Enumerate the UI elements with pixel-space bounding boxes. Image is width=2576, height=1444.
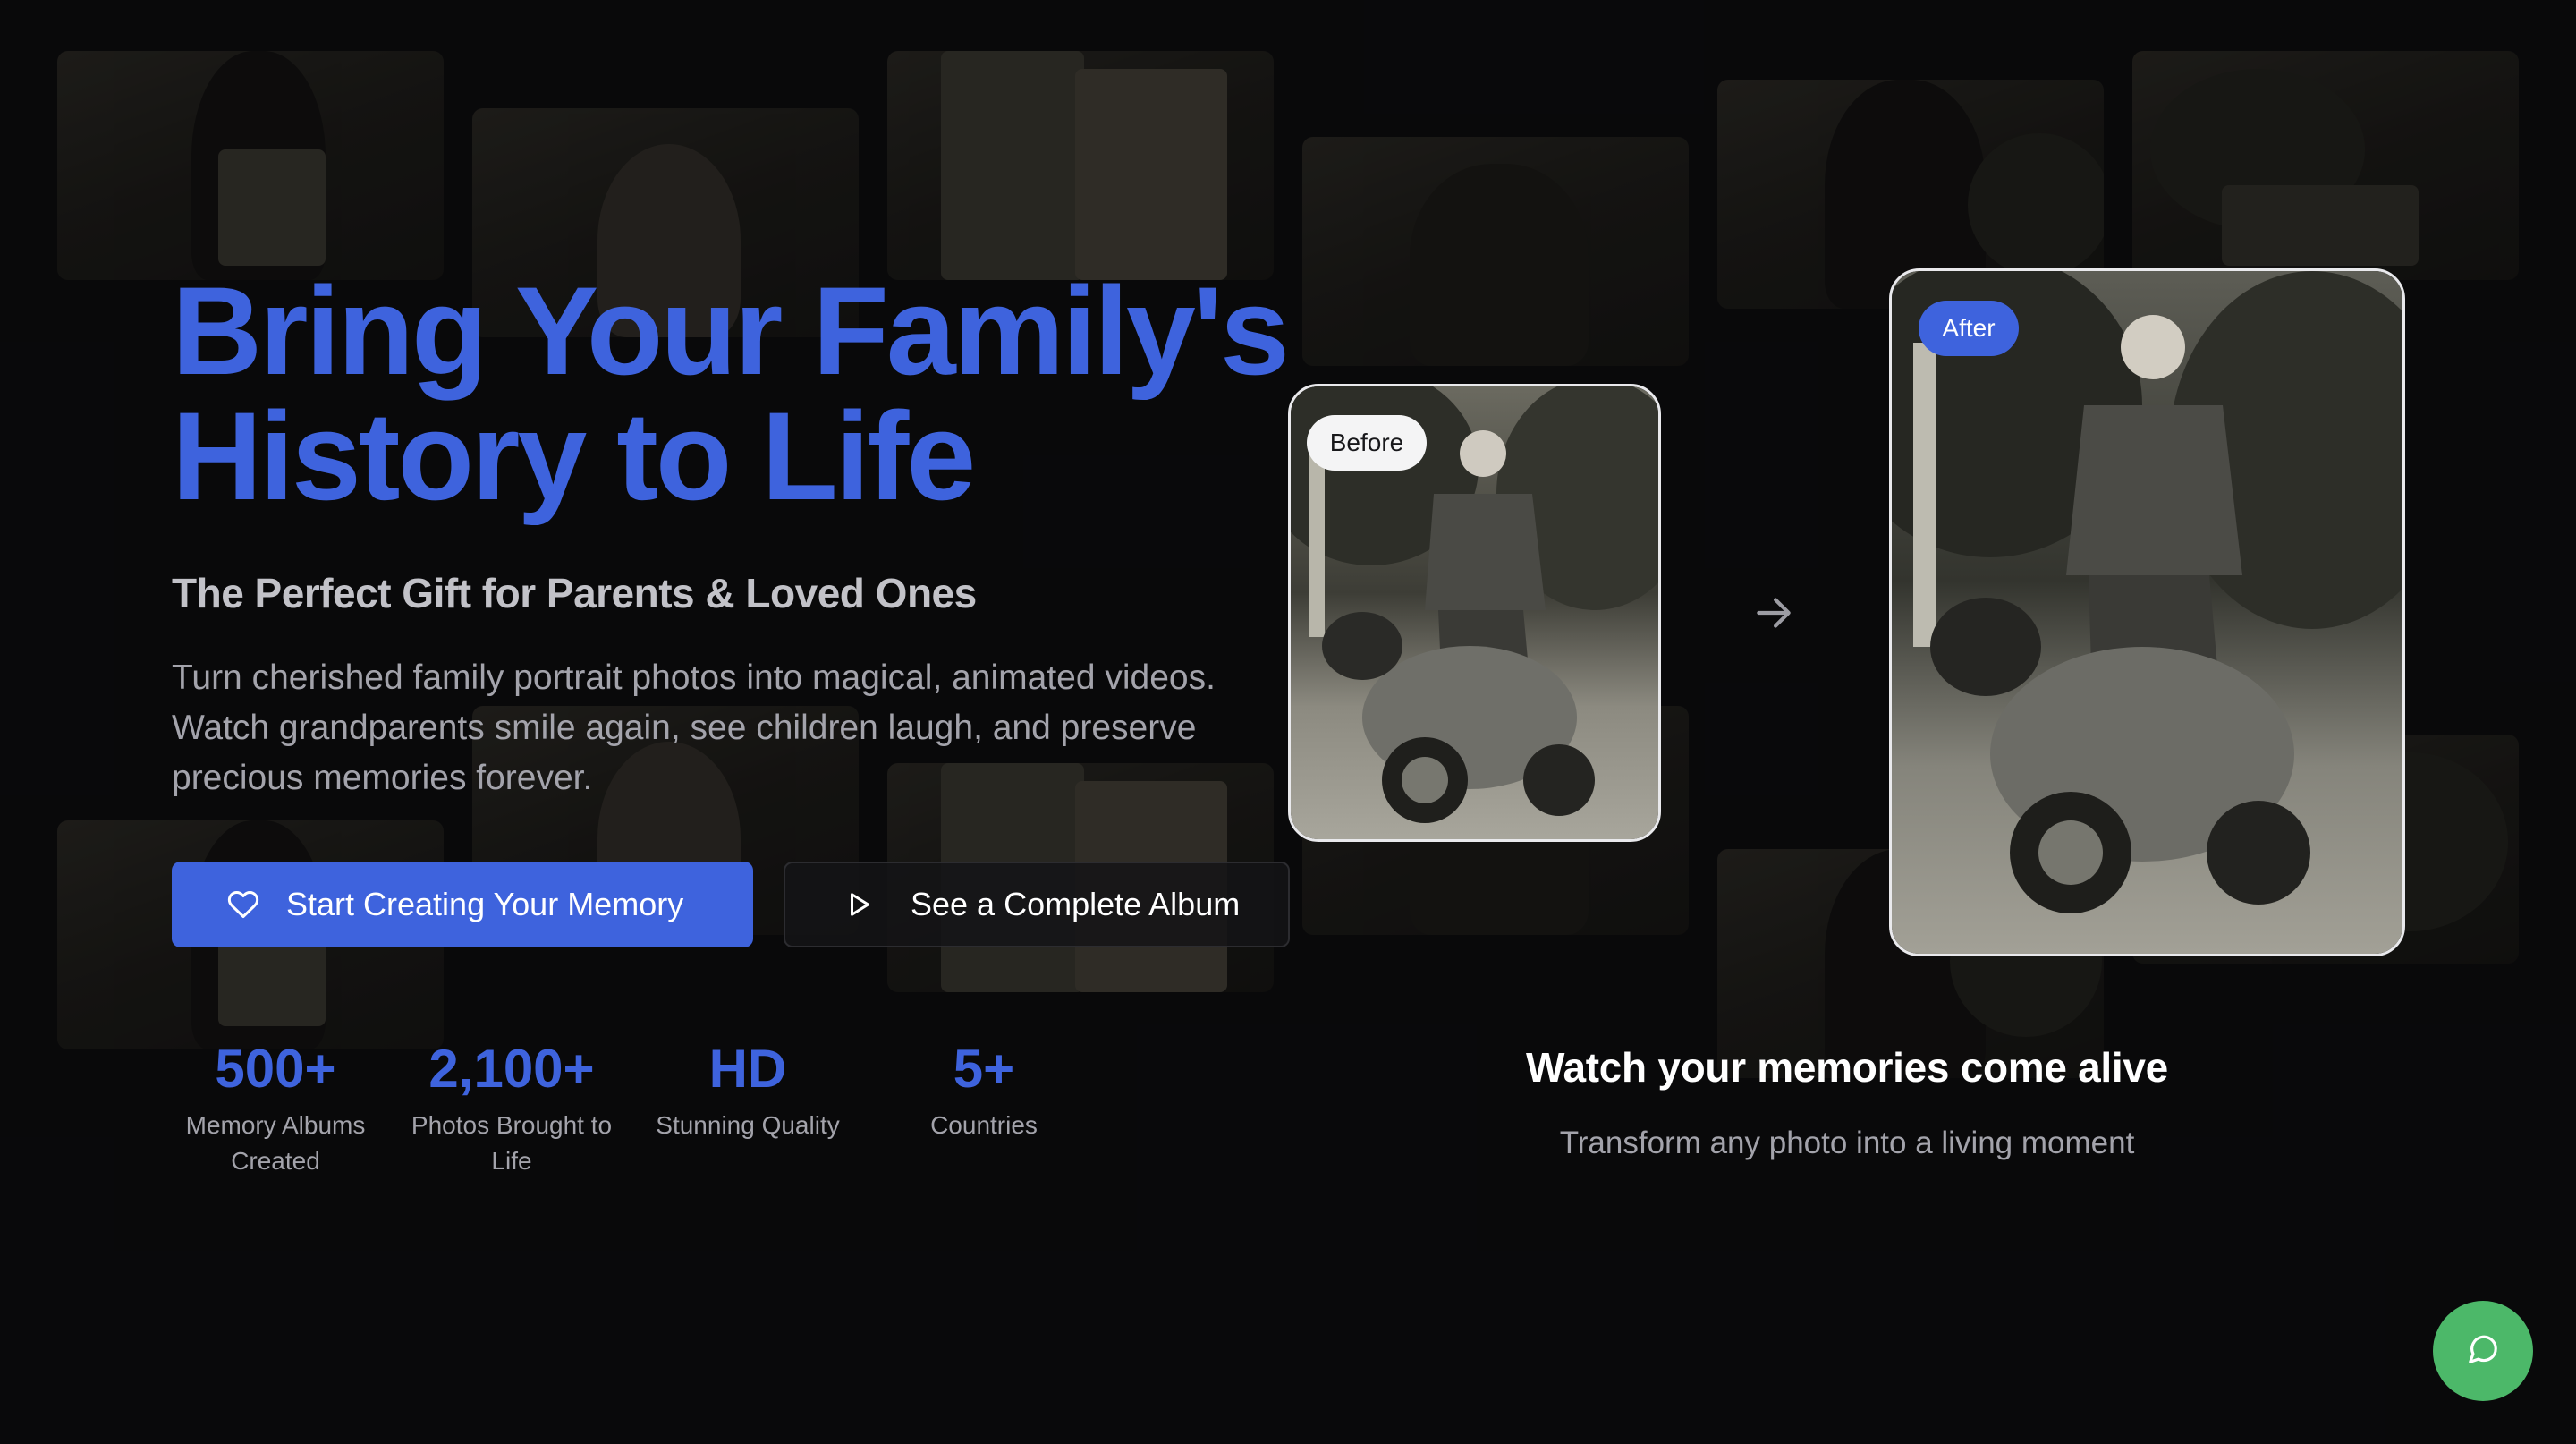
stat-value: HD	[708, 1039, 787, 1099]
stat-label: Memory Albums Created	[185, 1111, 366, 1175]
stat-label: Countries	[930, 1111, 1038, 1139]
after-badge: After	[1919, 301, 2019, 356]
hero-title-line-2: History to Life	[172, 386, 976, 526]
before-photo-card: Before	[1288, 384, 1661, 842]
play-icon	[843, 888, 875, 921]
comparison-caption-subtitle: Transform any photo into a living moment	[1559, 1125, 2135, 1160]
chat-bubble-icon	[2466, 1332, 2500, 1371]
stat-albums: 500+ Memory Albums Created	[168, 1038, 383, 1179]
stat-label: Photos Brought to Life	[411, 1111, 613, 1175]
heart-icon	[227, 888, 259, 921]
stat-photos: 2,100+ Photos Brought to Life	[404, 1038, 619, 1179]
landing-page: Bring Your Family's History to Life The …	[0, 0, 2576, 1444]
hero-subtitle: The Perfect Gift for Parents & Loved One…	[172, 570, 977, 616]
stat-countries: 5+ Countries	[877, 1038, 1091, 1143]
stat-label: Stunning Quality	[656, 1111, 840, 1139]
start-creating-label: Start Creating Your Memory	[286, 886, 684, 922]
stat-value: 500+	[215, 1039, 336, 1099]
chat-button[interactable]	[2433, 1301, 2533, 1401]
after-photo	[1892, 271, 2402, 954]
comparison-caption-title: Watch your memories come alive	[1526, 1044, 2168, 1091]
before-badge: Before	[1307, 415, 1427, 471]
stat-value: 2,100+	[428, 1039, 595, 1099]
hero-title: Bring Your Family's History to Life	[172, 268, 1335, 519]
hero-title-line-1: Bring Your Family's	[172, 260, 1290, 401]
start-creating-button[interactable]: Start Creating Your Memory	[172, 862, 753, 947]
stat-quality: HD Stunning Quality	[640, 1038, 855, 1143]
see-album-button[interactable]: See a Complete Album	[784, 862, 1290, 947]
after-photo-card: After	[1889, 268, 2405, 956]
arrow-right-icon	[1751, 590, 1796, 635]
stat-value: 5+	[953, 1039, 1015, 1099]
hero-description: Turn cherished family portrait photos in…	[172, 658, 1216, 797]
see-album-label: See a Complete Album	[911, 886, 1241, 922]
